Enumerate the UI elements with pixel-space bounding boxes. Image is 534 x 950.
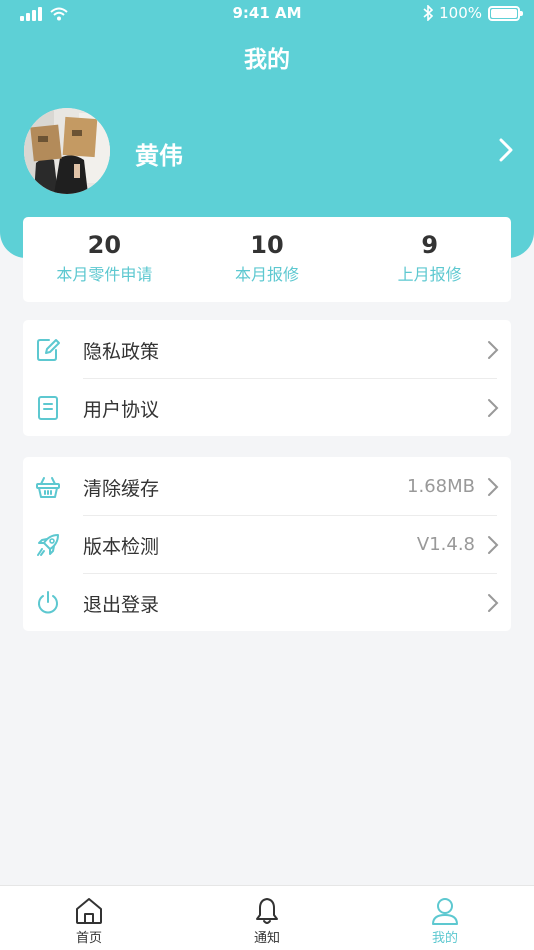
user-icon [432,898,458,925]
status-bar: 9:41 AM 100% [0,0,534,28]
tab-label: 通知 [253,931,280,946]
battery-icon [488,5,523,21]
page-title: 我的 [244,47,290,73]
home-icon [76,898,102,924]
menu-item-label: 用户协议 [83,399,160,421]
chevron-right-icon [488,341,499,359]
tab-notifications[interactable]: 通知 [178,886,356,950]
chevron-right-icon [488,594,499,612]
tab-home[interactable]: 首页 [0,886,178,950]
bluetooth-icon [423,5,434,21]
menu-item-label: 退出登录 [83,594,160,616]
menu-item-label: 清除缓存 [83,478,160,500]
tab-label: 首页 [75,931,102,946]
app-version: V1.4.8 [416,534,475,555]
chevron-right-icon [488,478,499,496]
menu-item-logout[interactable]: 退出登录 [23,573,511,631]
stat-label: 本月零件申请 [56,265,153,284]
cache-size: 1.68MB [407,476,475,497]
document-icon [38,396,58,420]
stat-value: 20 [87,231,122,259]
menu-item-label: 版本检测 [83,536,160,558]
chevron-right-icon [488,536,499,554]
menu-item-clear-cache[interactable]: 清除缓存 1.68MB [23,457,511,515]
battery-percent: 100% [439,4,482,22]
stats-card: 20 本月零件申请 10 本月报修 9 上月报修 [23,217,511,302]
tab-bar: 首页 通知 我的 [0,885,534,950]
menu-item-label: 隐私政策 [83,341,160,363]
basket-icon [36,477,60,498]
stat-label: 本月报修 [235,265,300,284]
chevron-right-icon[interactable] [496,136,516,164]
menu-item-user-agreement[interactable]: 用户协议 [23,378,511,436]
user-name[interactable]: 黄伟 [135,136,183,171]
stat-value: 9 [421,231,439,259]
stat-repairs-this-month[interactable]: 10 本月报修 [186,217,349,302]
menu-item-privacy-policy[interactable]: 隐私政策 [23,320,511,378]
edit-note-icon [37,339,60,361]
stat-label: 上月报修 [397,265,462,284]
avatar[interactable] [24,108,110,194]
power-icon [38,591,58,614]
menu-item-version-check[interactable]: 版本检测 V1.4.8 [23,515,511,573]
bell-icon [256,898,278,924]
rocket-icon [37,534,59,556]
menu-group-legal: 隐私政策 用户协议 [23,320,511,436]
stat-repairs-last-month[interactable]: 9 上月报修 [348,217,511,302]
chevron-right-icon [488,399,499,417]
stat-parts-requests[interactable]: 20 本月零件申请 [23,217,186,302]
stat-value: 10 [250,231,284,259]
menu-group-app: 清除缓存 1.68MB 版本检测 V1.4.8 退出登录 [23,457,511,631]
tab-profile[interactable]: 我的 [356,886,534,950]
tab-label: 我的 [431,931,458,946]
